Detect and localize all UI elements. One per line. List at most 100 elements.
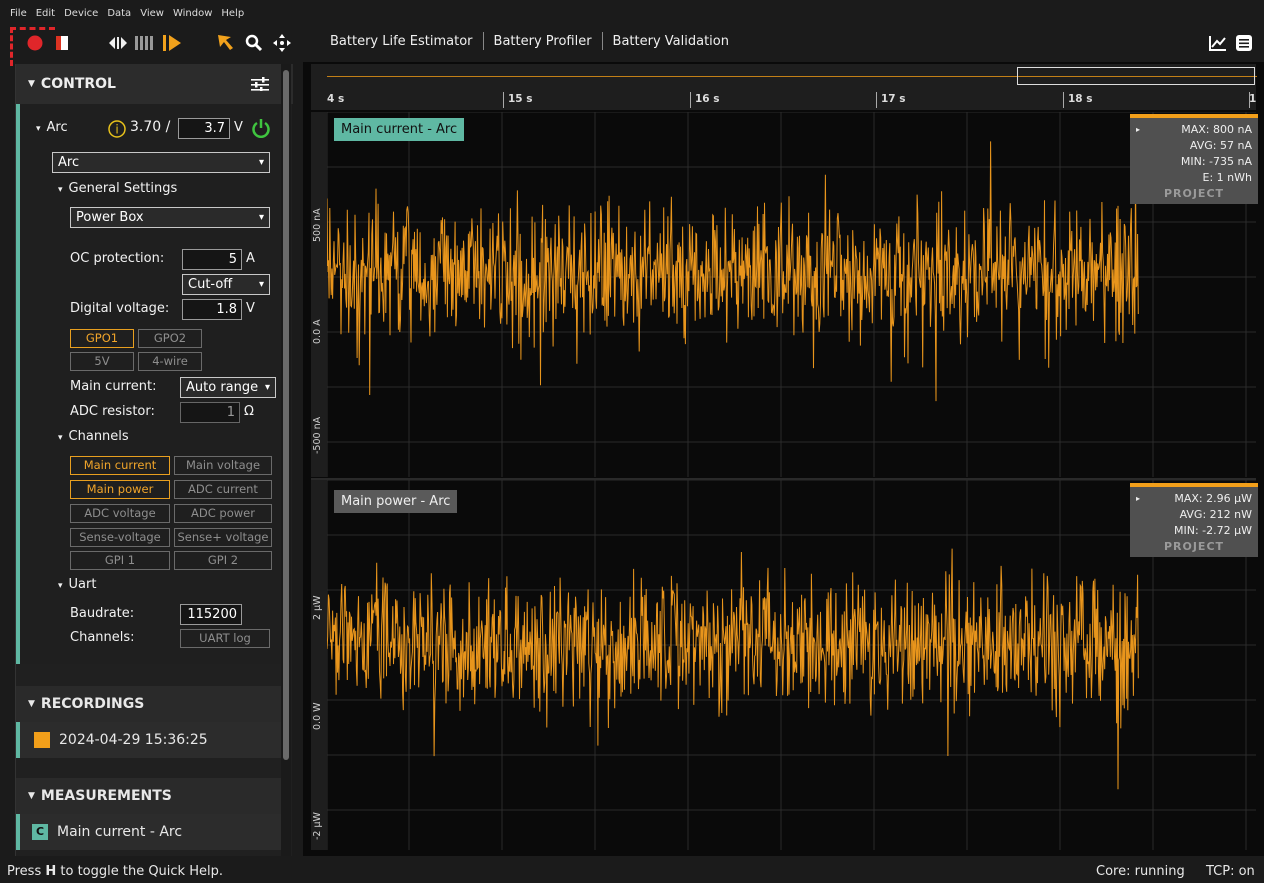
power-stats[interactable]: ▸ MAX: 2.96 µW AVG: 212 nW MIN: -2.72 µW … <box>1130 483 1258 557</box>
magnifier-icon <box>245 34 263 52</box>
channel-main-current[interactable]: Main current <box>70 456 170 475</box>
power-chart[interactable] <box>327 480 1256 850</box>
y-axis-power: 2 µW 0.0 W -2 µW <box>311 480 327 850</box>
digital-voltage-label: Digital voltage: <box>70 301 170 316</box>
channel-sense-plus-voltage[interactable]: Sense+ voltage <box>174 528 272 547</box>
menu-window[interactable]: Window <box>173 8 212 19</box>
digital-voltage-input[interactable]: 1.8 <box>182 299 242 320</box>
expand-arrows-icon <box>109 37 127 49</box>
menu-file[interactable]: File <box>10 8 27 19</box>
y-axis-current: 500 nA 0.0 A -500 nA <box>311 112 327 477</box>
menu-data[interactable]: Data <box>107 8 131 19</box>
svg-text:i: i <box>115 123 118 137</box>
measurement-badge: C <box>32 824 48 840</box>
measurements-title: MEASUREMENTS <box>40 788 172 804</box>
plot-area: 4 s 15 s 16 s 17 s 18 s 1 500 nA 0.0 A -… <box>303 62 1264 856</box>
baudrate-input[interactable]: 115200 <box>180 604 242 625</box>
measurement-item[interactable]: C Main current - Arc <box>16 814 284 850</box>
general-settings-row[interactable]: ▾ General Settings <box>58 181 177 196</box>
project-button[interactable]: PROJECT <box>1136 186 1252 202</box>
channel-main-power[interactable]: Main power <box>70 480 170 499</box>
stat-min: MIN: -735 nA <box>1180 155 1252 168</box>
zoom-tool-button[interactable] <box>244 33 264 53</box>
channel-adc-power[interactable]: ADC power <box>174 504 272 523</box>
channel-adc-voltage[interactable]: ADC voltage <box>70 504 170 523</box>
overview-window[interactable] <box>1017 67 1255 85</box>
pan-tool-button[interactable] <box>272 33 292 53</box>
play-live-button[interactable] <box>162 33 182 53</box>
select-tool-button[interactable] <box>216 33 236 53</box>
4wire-toggle[interactable]: 4-wire <box>138 352 202 371</box>
menu-help[interactable]: Help <box>221 8 244 19</box>
channel-gpi2[interactable]: GPI 2 <box>174 551 272 570</box>
collapse-icon: ▼ <box>28 791 35 801</box>
recording-item[interactable]: 2024-04-29 15:36:25 <box>16 722 284 758</box>
channel-gpi1[interactable]: GPI 1 <box>70 551 170 570</box>
sliders-icon[interactable] <box>251 77 269 91</box>
oc-mode-select[interactable]: Cut-off ▾ <box>182 274 270 295</box>
record-button[interactable] <box>24 33 46 53</box>
uart-log-toggle[interactable]: UART log <box>180 629 270 648</box>
channel-sense-minus-voltage[interactable]: Sense-voltage <box>70 528 170 547</box>
measurements-header[interactable]: ▼ MEASUREMENTS <box>16 778 284 814</box>
adc-resistor-input[interactable]: 1 <box>180 402 240 423</box>
power-plot-title: Main power - Arc <box>334 490 458 513</box>
collapse-icon: ▾ <box>58 433 63 443</box>
current-chart[interactable] <box>327 112 1256 477</box>
chevron-down-icon: ▾ <box>264 382 270 393</box>
stat-max: ▸ MAX: 2.96 µW <box>1136 491 1252 507</box>
current-stats[interactable]: ▸ MAX: 800 nA AVG: 57 nA MIN: -735 nA E: … <box>1130 114 1258 204</box>
main-current-label: Main current: <box>70 379 157 394</box>
power-trace <box>327 548 1139 790</box>
pause-button[interactable] <box>134 33 154 53</box>
time-tick: 15 s <box>508 93 533 105</box>
channels-row[interactable]: ▾ Channels <box>58 429 129 444</box>
device-select[interactable]: Arc ▾ <box>52 152 270 173</box>
left-scrollbar-thumb[interactable] <box>283 70 289 760</box>
oc-mode-value: Cut-off <box>188 277 233 292</box>
menu-edit[interactable]: Edit <box>36 8 55 19</box>
major-tick <box>876 92 877 108</box>
project-button[interactable]: PROJECT <box>1136 539 1252 555</box>
gpo2-toggle[interactable]: GPO2 <box>138 329 202 348</box>
channel-main-voltage[interactable]: Main voltage <box>174 456 272 475</box>
major-tick <box>1063 92 1064 108</box>
power-icon[interactable] <box>251 118 271 138</box>
oc-protection-input[interactable]: 5 <box>182 249 242 270</box>
mode-select-value: Power Box <box>76 210 144 225</box>
menu-view[interactable]: View <box>140 8 164 19</box>
uart-row[interactable]: ▾ Uart <box>58 577 96 592</box>
recording-color-swatch <box>34 732 50 748</box>
tab-battery-profiler[interactable]: Battery Profiler <box>494 34 592 49</box>
control-header[interactable]: ▼ CONTROL <box>16 64 293 104</box>
device-row[interactable]: ▾ Arc <box>36 120 68 135</box>
voltage-input[interactable]: 3.7 <box>178 118 230 139</box>
baudrate-label: Baudrate: <box>70 606 135 621</box>
toolbar: Battery Life Estimator Battery Profiler … <box>0 26 1264 66</box>
pointer-arrow-icon <box>218 35 233 50</box>
info-icon[interactable]: i <box>108 120 126 138</box>
5v-toggle[interactable]: 5V <box>70 352 134 371</box>
menu-device[interactable]: Device <box>64 8 98 19</box>
time-tick: 16 s <box>695 93 720 105</box>
chart-view-button[interactable] <box>1208 33 1228 53</box>
stop-icon <box>56 36 68 50</box>
main-current-select[interactable]: Auto range ▾ <box>180 377 276 398</box>
tab-battery-life-estimator[interactable]: Battery Life Estimator <box>330 34 473 49</box>
tab-battery-validation[interactable]: Battery Validation <box>613 34 729 49</box>
measurement-item-label: Main current - Arc <box>57 824 183 840</box>
digital-voltage-unit: V <box>246 301 255 316</box>
stop-button[interactable] <box>54 33 70 53</box>
recordings-title: RECORDINGS <box>40 696 145 712</box>
device-label: Arc <box>46 120 68 135</box>
list-view-button[interactable] <box>1235 33 1253 53</box>
expand-horizontal-button[interactable] <box>108 33 128 53</box>
gpo1-toggle[interactable]: GPO1 <box>70 329 134 348</box>
overview-bar[interactable] <box>311 64 1257 90</box>
line-chart-icon <box>1209 36 1226 51</box>
channel-adc-current[interactable]: ADC current <box>174 480 272 499</box>
voltage-unit: V <box>234 120 243 135</box>
recordings-header[interactable]: ▼ RECORDINGS <box>16 686 284 722</box>
main-current-value: Auto range <box>186 380 259 395</box>
mode-select[interactable]: Power Box ▾ <box>70 207 270 228</box>
